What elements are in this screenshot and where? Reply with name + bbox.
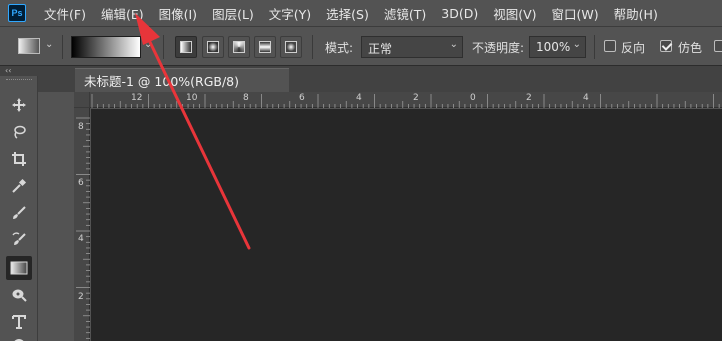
diamond-gradient-button[interactable] bbox=[280, 36, 302, 58]
menu-window[interactable]: 窗口(W) bbox=[552, 4, 599, 23]
angle-gradient-button[interactable] bbox=[228, 36, 250, 58]
divider bbox=[163, 35, 164, 59]
eyedropper-tool-icon[interactable] bbox=[8, 175, 30, 197]
photoshop-logo-icon[interactable]: Ps bbox=[8, 4, 26, 22]
radial-gradient-button[interactable] bbox=[202, 36, 224, 58]
tool-preset-picker[interactable] bbox=[18, 38, 40, 54]
brush-tool-icon[interactable] bbox=[8, 202, 30, 224]
menu-layer[interactable]: 图层(L) bbox=[212, 4, 254, 23]
ruler-ticks bbox=[91, 94, 720, 108]
lasso-tool-icon[interactable] bbox=[8, 121, 30, 143]
reflected-gradient-icon bbox=[259, 41, 271, 53]
ruler-label: 0 bbox=[470, 93, 476, 103]
ruler-label: 4 bbox=[78, 234, 84, 244]
opacity-input[interactable]: 100% ⌄ bbox=[529, 36, 586, 58]
ruler-label: 8 bbox=[78, 122, 84, 132]
menu-bar: Ps 文件(F) 编辑(E) 图像(I) 图层(L) 文字(Y) 选择(S) 滤… bbox=[0, 0, 722, 26]
ruler-label: 6 bbox=[299, 93, 305, 103]
ruler-label: 4 bbox=[356, 93, 362, 103]
ellipse-tool-icon[interactable] bbox=[8, 334, 30, 341]
opacity-label: 不透明度: bbox=[472, 41, 525, 55]
menu-select[interactable]: 选择(S) bbox=[326, 4, 369, 23]
ruler-label: 2 bbox=[526, 93, 532, 103]
ruler-label: 10 bbox=[186, 93, 198, 103]
transparency-checkbox[interactable] bbox=[714, 40, 722, 52]
menu-image[interactable]: 图像(I) bbox=[159, 4, 197, 23]
move-tool-icon[interactable] bbox=[8, 94, 30, 116]
ruler-label: 8 bbox=[243, 93, 249, 103]
menu-filter[interactable]: 滤镜(T) bbox=[384, 4, 426, 23]
document-tab[interactable]: 未标题-1 @ 100%(RGB/8) bbox=[75, 68, 289, 92]
reverse-checkbox[interactable] bbox=[604, 40, 616, 52]
divider bbox=[312, 35, 313, 59]
ruler-label: 6 bbox=[78, 178, 84, 188]
pasteboard bbox=[38, 92, 74, 341]
history-brush-icon[interactable] bbox=[8, 229, 30, 251]
dither-checkbox[interactable] bbox=[660, 40, 672, 52]
horizontal-ruler[interactable]: 12 10 8 6 4 2 0 2 4 bbox=[90, 92, 722, 108]
angle-gradient-icon bbox=[233, 41, 245, 53]
reflected-gradient-button[interactable] bbox=[254, 36, 276, 58]
tools-panel bbox=[0, 76, 61, 341]
chevron-down-icon[interactable]: ⌄ bbox=[45, 39, 53, 50]
toolbar-drag-handle[interactable] bbox=[6, 79, 32, 83]
gradient-tool-icon[interactable] bbox=[6, 256, 32, 280]
menu-view[interactable]: 视图(V) bbox=[493, 4, 536, 23]
linear-gradient-icon bbox=[180, 41, 192, 53]
radial-gradient-icon bbox=[207, 41, 219, 53]
opacity-value: 100% bbox=[536, 40, 571, 54]
toolbar-collapse-toggle[interactable]: ‹‹ bbox=[0, 66, 38, 76]
ruler-label: 2 bbox=[413, 93, 419, 103]
mode-value: 正常 bbox=[368, 42, 393, 56]
menu-file[interactable]: 文件(F) bbox=[44, 4, 86, 23]
menu-help[interactable]: 帮助(H) bbox=[614, 4, 658, 23]
divider bbox=[594, 35, 595, 59]
dither-label: 仿色 bbox=[678, 41, 703, 55]
gradient-editor-swatch[interactable] bbox=[71, 36, 141, 58]
mode-label: 模式: bbox=[325, 41, 354, 55]
chevron-down-icon: ⌄ bbox=[449, 39, 458, 50]
mode-select[interactable]: 正常 ⌄ bbox=[361, 36, 463, 58]
document-tab-title: 未标题-1 @ 100%(RGB/8) bbox=[84, 74, 240, 89]
chevron-down-icon[interactable]: ⌄ bbox=[144, 39, 152, 50]
divider bbox=[62, 35, 63, 59]
tool-options-bar: ⌄ ⌄ 模式: 正常 ⌄ 不透明度: 100% ⌄ 反向 仿色 bbox=[0, 26, 722, 66]
ruler-origin[interactable] bbox=[74, 92, 90, 108]
menu-3d[interactable]: 3D(D) bbox=[441, 6, 478, 21]
ruler-label: 12 bbox=[131, 93, 143, 103]
diamond-gradient-icon bbox=[285, 41, 297, 53]
reverse-label: 反向 bbox=[621, 41, 646, 55]
document-canvas[interactable] bbox=[91, 109, 722, 341]
crop-tool-icon[interactable] bbox=[8, 148, 30, 170]
ruler-label: 2 bbox=[78, 292, 84, 302]
linear-gradient-button[interactable] bbox=[175, 36, 197, 58]
dodge-tool-icon[interactable] bbox=[8, 284, 30, 306]
type-tool-icon[interactable] bbox=[8, 311, 30, 333]
document-tab-strip: 未标题-1 @ 100%(RGB/8) bbox=[38, 66, 722, 92]
menu-type[interactable]: 文字(Y) bbox=[269, 4, 311, 23]
vertical-ruler[interactable]: 8 6 4 2 bbox=[74, 108, 90, 341]
ruler-ticks bbox=[76, 117, 90, 339]
ruler-label: 4 bbox=[583, 93, 589, 103]
chevron-down-icon: ⌄ bbox=[572, 39, 581, 50]
menu-edit[interactable]: 编辑(E) bbox=[101, 4, 144, 23]
